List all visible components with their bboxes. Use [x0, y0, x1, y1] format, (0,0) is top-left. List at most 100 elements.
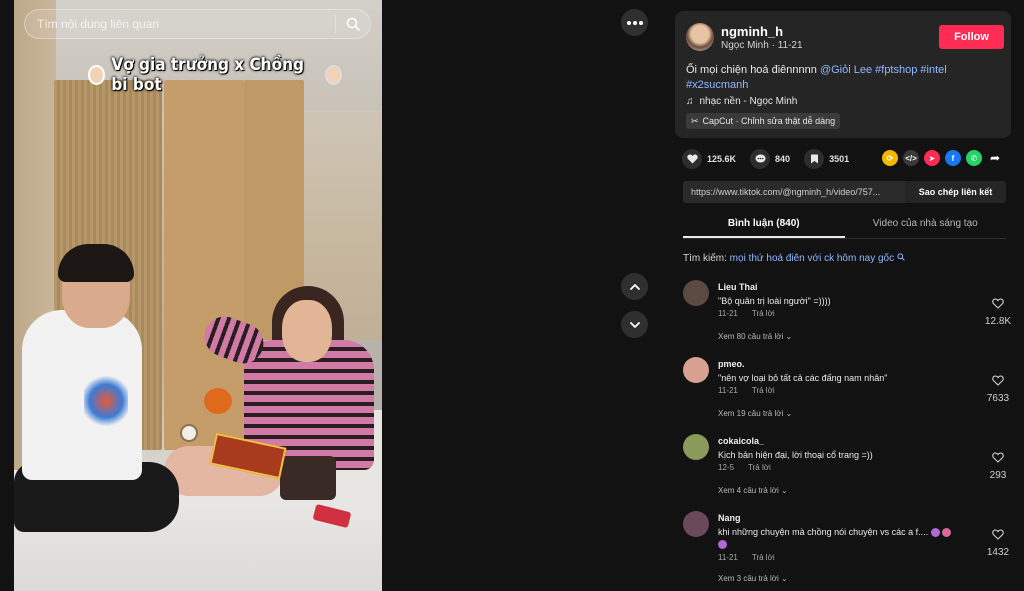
reply-button[interactable]: Trả lời [752, 309, 775, 318]
comment-meta: 12-5 Trả lời [718, 463, 771, 472]
heart-icon [682, 149, 702, 169]
person-face [282, 300, 332, 362]
author-username[interactable]: ngminh_h [721, 24, 783, 39]
view-replies-button[interactable]: Xem 3 câu trả lời ⌄ [718, 574, 788, 583]
post-date: 11-21 [777, 40, 803, 51]
like-button[interactable]: 125.6K [682, 149, 736, 169]
comment-date: 11-21 [718, 386, 738, 395]
tab-creator-videos[interactable]: Video của nhà sáng tạo [845, 215, 1007, 238]
chevron-down-icon [629, 321, 640, 328]
facebook-icon[interactable]: f [945, 150, 961, 166]
embed-icon[interactable]: </> [903, 150, 919, 166]
tab-comments[interactable]: Bình luận (840) [683, 215, 845, 238]
view-replies-button[interactable]: Xem 4 câu trả lời ⌄ [718, 486, 788, 495]
next-video-button[interactable] [621, 311, 648, 338]
share-icons: ⟳ </> ➤ f ✆ ➦ [882, 150, 1003, 166]
commenter-avatar[interactable] [683, 280, 709, 306]
comment-button[interactable]: 840 [750, 149, 790, 169]
commenter-name[interactable]: Nang [718, 513, 741, 523]
view-replies-label: Xem 4 câu trả lời [718, 486, 779, 495]
heart-outline-icon [992, 529, 1004, 540]
link-row: https://www.tiktok.com/@ngminh_h/video/7… [683, 181, 1006, 203]
commenter-avatar[interactable] [683, 511, 709, 537]
comment-item: Nang khi những chuyện mà chồng nói chuyệ… [683, 511, 1013, 588]
comment-text: khi những chuyện mà chồng nói chuyện vs … [718, 526, 958, 550]
commenter-name[interactable]: Lieu Thai [718, 282, 758, 292]
mention-link[interactable]: @Giỏi Lee [820, 64, 872, 76]
author-avatar[interactable] [686, 23, 714, 51]
more-options-button[interactable] [621, 9, 648, 36]
commenter-name[interactable]: cokaicola_ [718, 436, 764, 446]
search-icon [897, 253, 905, 261]
follow-button[interactable]: Follow [939, 25, 1004, 49]
video-info-card: ngminh_h Ngọc Minh · 11-21 Follow Ối mọi… [675, 11, 1011, 138]
capcut-badge[interactable]: ✂ CapCut · Chỉnh sửa thật dễ dàng [686, 113, 841, 129]
hashtag-link[interactable]: #intel [920, 64, 946, 76]
save-count: 3501 [829, 154, 850, 164]
view-replies-label: Xem 19 câu trả lời [718, 409, 784, 418]
video-description: Ối mọi chiện hoá điênnnnn @Giỏi Lee #fpt… [686, 63, 1006, 93]
clock [180, 424, 198, 442]
comment-item: pmeo. "nên vợ loại bỏ tất cả các đấng na… [683, 357, 1013, 434]
capcut-icon: ✂ [691, 115, 699, 126]
comment-list: Lieu Thai "Bộ quân trị loài người" =))))… [683, 280, 1013, 588]
view-replies-button[interactable]: Xem 19 câu trả lời ⌄ [718, 409, 792, 418]
comment-like-button[interactable]: 1432 [983, 527, 1013, 558]
suggestion-prefix: Tìm kiếm: [683, 253, 727, 264]
video-player[interactable]: Vợ gia trưởng x Chồng bi bot [14, 0, 382, 591]
author-display-name: Ngọc Minh [721, 40, 769, 51]
emoji-icon [718, 540, 727, 550]
suggestion-query[interactable]: mọi thứ hoá điên với ck hôm nay gốc [730, 253, 894, 264]
view-replies-button[interactable]: Xem 80 câu trả lời ⌄ [718, 332, 792, 341]
emoji-icon [930, 528, 940, 538]
whatsapp-icon[interactable]: ✆ [966, 150, 982, 166]
commenter-name[interactable]: pmeo. [718, 359, 745, 369]
chevron-up-icon [629, 283, 640, 290]
view-replies-label: Xem 3 câu trả lời [718, 574, 779, 583]
video-link-field[interactable]: https://www.tiktok.com/@ngminh_h/video/7… [683, 181, 905, 203]
comment-like-button[interactable]: 293 [983, 450, 1013, 481]
shirt-print [84, 372, 128, 430]
lamp [204, 388, 232, 414]
comment-text-content: khi những chuyện mà chồng nói chuyện vs … [718, 527, 929, 537]
comment-text: "Bộ quân trị loài người" =)))) [718, 296, 831, 306]
commenter-avatar[interactable] [683, 434, 709, 460]
search-suggestion[interactable]: Tìm kiếm: mọi thứ hoá điên với ck hôm na… [683, 253, 905, 264]
search-input[interactable] [25, 10, 335, 38]
music-label: nhạc nền - Ngọc Minh [699, 96, 798, 107]
hashtag-link[interactable]: #x2sucmanh [686, 79, 748, 91]
hashtag-link[interactable]: #fptshop [875, 64, 917, 76]
comment-like-count: 12.8K [984, 316, 1012, 327]
comment-like-button[interactable]: 7633 [983, 373, 1013, 404]
save-button[interactable]: 3501 [804, 149, 849, 169]
share-arrow-icon[interactable]: ➦ [987, 150, 1003, 166]
comment-like-count: 293 [989, 470, 1007, 481]
person-skirt [280, 456, 336, 500]
comment-item: Lieu Thai "Bộ quân trị loài người" =))))… [683, 280, 1013, 357]
comment-icon [750, 149, 771, 169]
comment-meta: 11-21 Trả lời [718, 309, 775, 318]
description-text: Ối mọi chiện hoá điênnnnn [686, 64, 817, 76]
bookmark-icon [804, 149, 825, 169]
music-row[interactable]: ♫ nhạc nền - Ngọc Minh [686, 96, 797, 107]
reply-button[interactable]: Trả lời [748, 463, 771, 472]
tiktok-share-icon[interactable]: ⟳ [882, 150, 898, 166]
panel-tabs: Bình luận (840) Video của nhà sáng tạo [683, 215, 1006, 239]
search-icon[interactable] [336, 10, 370, 38]
send-icon[interactable]: ➤ [924, 150, 940, 166]
reply-button[interactable]: Trả lời [752, 386, 775, 395]
comment-like-button[interactable]: 12.8K [983, 296, 1013, 327]
comment-meta: 11-21 Trả lời [718, 553, 775, 562]
comment-item: cokaicola_ Kịch bản hiện đại, lời thoại … [683, 434, 1013, 511]
commenter-avatar[interactable] [683, 357, 709, 383]
video-caption: Vợ gia trưởng x Chồng bi bot [88, 55, 342, 95]
search-bar [24, 9, 371, 39]
comment-like-count: 7633 [986, 393, 1010, 404]
woman-emoji-icon [88, 65, 106, 85]
comment-count: 840 [775, 154, 791, 164]
person-hair [58, 244, 134, 282]
comment-like-count: 1432 [986, 547, 1010, 558]
copy-link-button[interactable]: Sao chép liên kết [905, 181, 1006, 203]
reply-button[interactable]: Trả lời [752, 553, 775, 562]
previous-video-button[interactable] [621, 273, 648, 300]
